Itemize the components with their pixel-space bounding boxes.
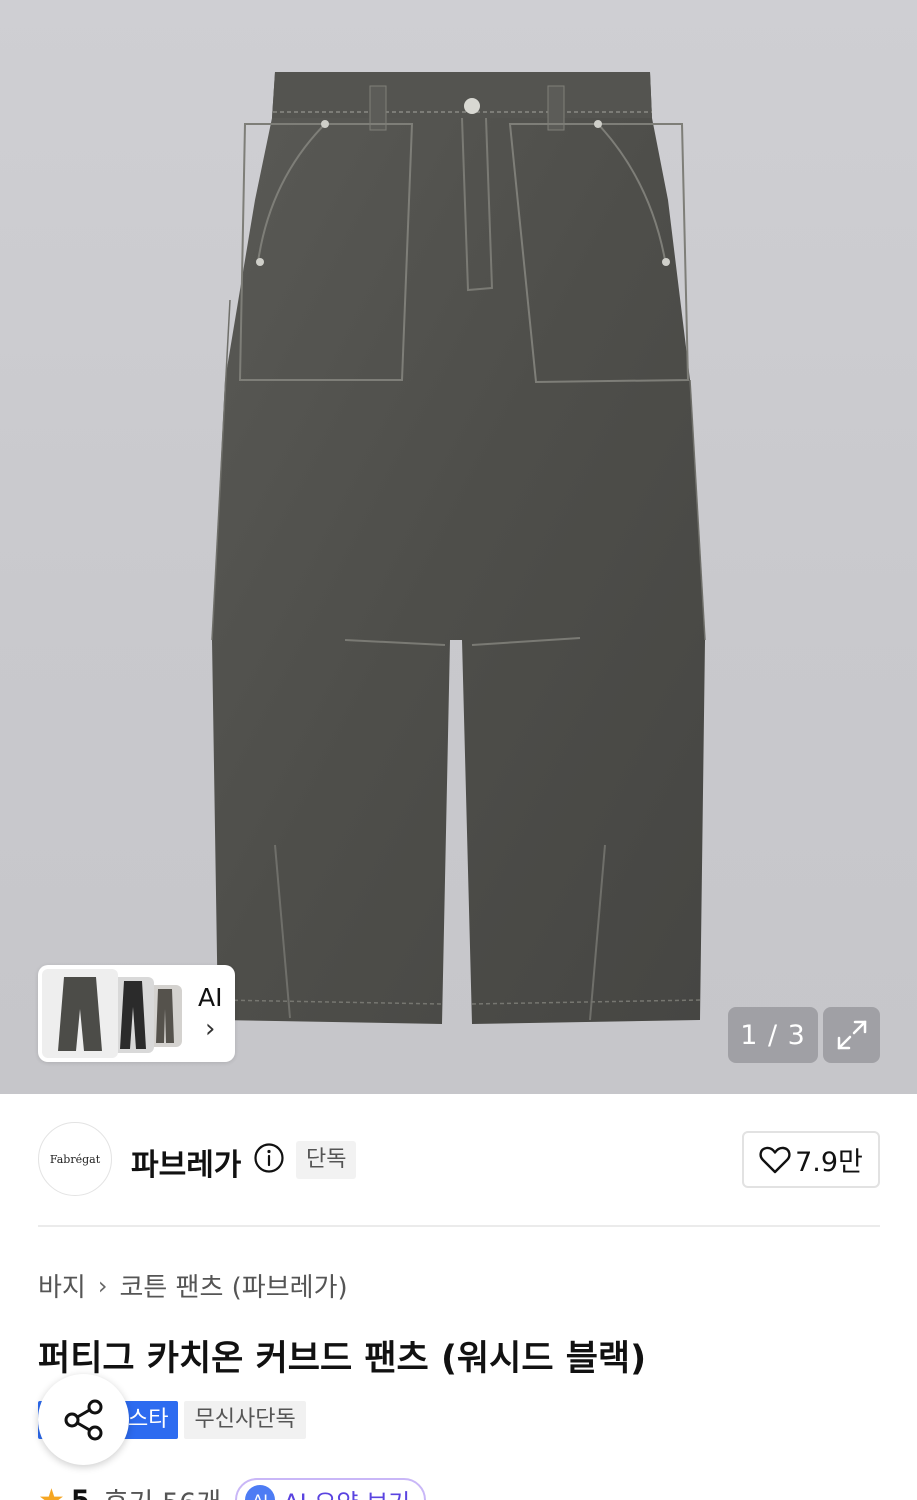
expand-icon xyxy=(837,1020,866,1050)
breadcrumb-item-cotton-pants[interactable]: 코튼 팬츠 (파브레가) xyxy=(119,1267,347,1304)
product-image xyxy=(211,72,706,1024)
rating-value: 5 xyxy=(70,1484,90,1500)
share-button[interactable] xyxy=(38,1374,129,1465)
like-count: 7.9만 xyxy=(795,1147,863,1178)
thumbnail-1 xyxy=(42,969,118,1058)
ai-similar-products-card[interactable]: AI › xyxy=(38,965,235,1062)
expand-button[interactable] xyxy=(823,1007,880,1063)
image-counter: 1 / 3 xyxy=(728,1007,818,1063)
ai-label: AI xyxy=(198,982,223,1012)
thumbnail-2 xyxy=(112,977,154,1053)
chevron-right-icon: › xyxy=(205,1013,216,1044)
ai-summary-button[interactable]: AI AI 요약 보기 xyxy=(235,1478,427,1500)
musinsa-exclusive-badge: 무신사단독 xyxy=(184,1401,306,1439)
brand-logo-text: Fabrégat xyxy=(49,1152,101,1166)
brand-logo[interactable]: Fabrégat xyxy=(38,1122,112,1196)
brand-name[interactable]: 파브레가 xyxy=(131,1140,241,1184)
brand-row: Fabrégat 파브레가 단독 7.9만 xyxy=(38,1122,880,1198)
product-title: 퍼티그 카치온 커브드 팬츠 (워시드 블랙) xyxy=(38,1339,647,1379)
ai-icon: AI xyxy=(245,1485,276,1500)
star-icon: ★ xyxy=(38,1482,65,1500)
breadcrumb-item-pants[interactable]: 바지 xyxy=(38,1267,86,1304)
rating-row: ★ 5 후기 56개 AI AI 요약 보기 xyxy=(38,1478,427,1500)
review-count-link[interactable]: 후기 56개 xyxy=(104,1481,221,1500)
ai-summary-label: AI 요약 보기 xyxy=(283,1483,410,1500)
exclusive-badge: 단독 xyxy=(296,1141,357,1179)
chevron-right-icon: › xyxy=(97,1271,108,1300)
ai-thumbnails xyxy=(42,969,184,1058)
heart-icon xyxy=(759,1146,791,1173)
info-icon[interactable] xyxy=(253,1142,285,1174)
share-icon xyxy=(64,1399,102,1440)
product-detail-page: AI › 1 / 3 Fabrégat 파브레가 단독 7.9만 바지 › 코튼… xyxy=(0,0,917,1500)
product-image-gallery[interactable]: AI › 1 / 3 xyxy=(0,0,917,1094)
divider xyxy=(38,1225,880,1227)
like-button[interactable]: 7.9만 xyxy=(742,1131,880,1188)
breadcrumb: 바지 › 코튼 팬츠 (파브레가) xyxy=(38,1267,348,1304)
